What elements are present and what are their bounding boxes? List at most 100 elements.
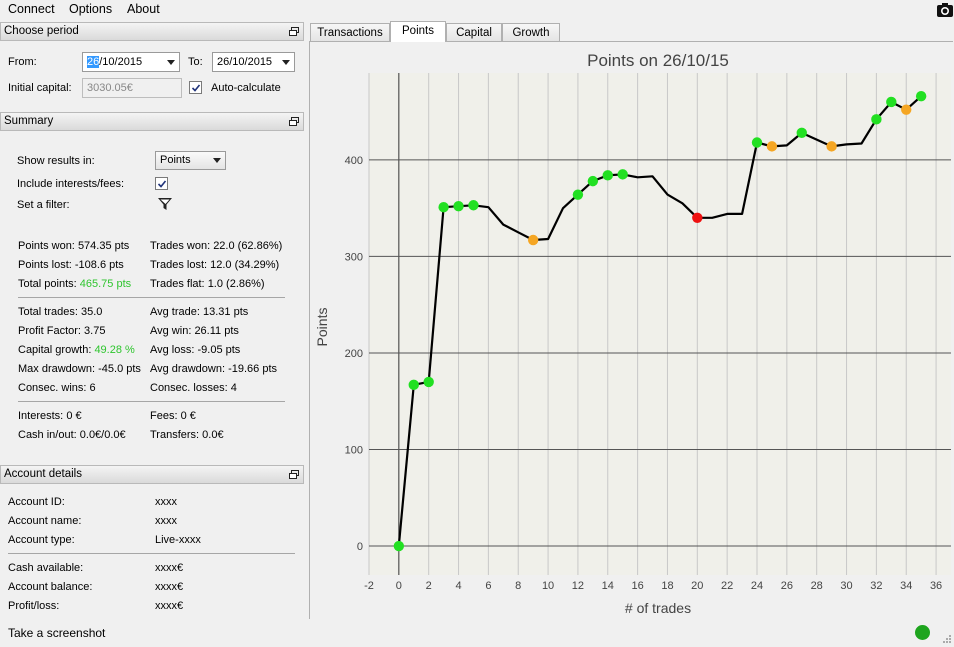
tab-growth[interactable]: Growth	[502, 23, 560, 42]
initial-capital-label: Initial capital:	[8, 82, 72, 94]
take-screenshot-label[interactable]: Take a screenshot	[8, 626, 105, 640]
profit-loss-label: Profit/loss:	[8, 600, 60, 612]
chevron-down-icon[interactable]	[213, 158, 221, 163]
x-tick-label: 10	[542, 580, 554, 592]
total-trades-value: 35.0	[80, 306, 103, 318]
trade-marker-win	[587, 175, 599, 187]
trade-marker-win	[423, 376, 434, 388]
x-tick-label: 16	[631, 580, 643, 592]
summary-panel-title: Summary	[0, 112, 304, 131]
total-trades-stat: Total trades: 35.0	[18, 306, 102, 318]
x-tick-label: -2	[364, 580, 374, 592]
avg-trade-label: Avg trade:	[150, 306, 200, 318]
include-interests-checkbox[interactable]	[155, 177, 168, 190]
trade-marker-win	[915, 90, 927, 102]
trade-marker-win	[453, 201, 464, 212]
auto-calculate-label: Auto-calculate	[211, 82, 281, 94]
trade-marker-win	[468, 200, 479, 211]
avg-trade-stat: Avg trade: 13.31 pts	[150, 306, 248, 318]
total-trades-label: Total trades:	[18, 306, 78, 318]
y-tick-label: 400	[345, 155, 363, 167]
points-lost-label: Points lost:	[18, 259, 72, 271]
x-tick-label: 34	[900, 580, 912, 592]
x-tick-label: 28	[811, 580, 823, 592]
show-results-select[interactable]: Points	[155, 151, 226, 170]
trades-lost-value: 12.0 (34.29%)	[210, 259, 280, 271]
period-title: Choose period	[4, 25, 79, 37]
x-tick-label: 6	[485, 580, 491, 592]
consec-wins-stat: Consec. wins: 6	[18, 382, 96, 394]
divider	[8, 553, 295, 554]
from-date-input[interactable]: 26/10/2015	[82, 52, 180, 72]
transfers-label: Transfers:	[150, 429, 200, 441]
avg-win-stat: Avg win: 26.11 pts	[150, 325, 239, 337]
account-type-value: Live-xxxx	[155, 534, 201, 546]
chevron-down-icon[interactable]	[282, 60, 290, 65]
trade-marker-win	[572, 189, 584, 200]
to-date-value: 26/10/2015	[217, 56, 273, 68]
consec-losses-label: Consec. losses:	[150, 382, 228, 394]
show-results-value: Points	[160, 154, 191, 166]
trades-won-stat: Trades won: 22.0 (62.86%)	[150, 240, 282, 252]
initial-capital-input[interactable]: 3030.05€	[82, 78, 182, 98]
trade-marker-flat	[766, 141, 778, 152]
tab-capital[interactable]: Capital	[446, 23, 502, 42]
trade-marker-win	[617, 169, 628, 180]
tab-transactions[interactable]: Transactions	[310, 23, 390, 42]
to-label: To:	[188, 56, 203, 68]
avg-win-label: Avg win:	[150, 325, 192, 337]
points-lost-stat: Points lost: -108.6 pts	[18, 259, 124, 271]
trade-marker-flat	[901, 104, 912, 115]
chevron-down-icon[interactable]	[167, 60, 175, 65]
account-balance-label: Account balance:	[8, 581, 93, 593]
trades-flat-label: Trades flat:	[150, 278, 205, 290]
avg-drawdown-value: -19.66 pts	[228, 363, 277, 375]
undock-icon[interactable]	[289, 117, 299, 126]
menu-connect[interactable]: Connect	[8, 2, 55, 16]
initial-capital-value: 3030.05€	[87, 82, 133, 94]
trade-marker-win	[886, 96, 897, 108]
points-lost-value: -108.6 pts	[74, 259, 124, 271]
to-date-input[interactable]: 26/10/2015	[212, 52, 295, 72]
avg-drawdown-stat: Avg drawdown: -19.66 pts	[150, 363, 277, 375]
cash-in-out-value: 0.0€/0.0€	[79, 429, 126, 441]
x-tick-label: 20	[691, 580, 703, 592]
consec-losses-stat: Consec. losses: 4	[150, 382, 237, 394]
resize-grip-icon[interactable]	[942, 634, 952, 647]
plot-area	[369, 73, 951, 575]
show-results-label: Show results in:	[17, 155, 95, 167]
y-axis-label: Points	[314, 308, 330, 347]
undock-icon[interactable]	[289, 27, 299, 36]
profit-factor-label: Profit Factor:	[18, 325, 81, 337]
x-tick-label: 2	[426, 580, 432, 592]
y-tick-label: 0	[357, 541, 363, 553]
connection-status-indicator	[915, 625, 930, 640]
menu-options[interactable]: Options	[69, 2, 112, 16]
camera-icon[interactable]	[936, 1, 954, 19]
account-type-label: Account type:	[8, 534, 75, 546]
menu-about[interactable]: About	[127, 2, 160, 16]
x-tick-label: 4	[455, 580, 461, 592]
avg-loss-stat: Avg loss: -9.05 pts	[150, 344, 240, 356]
fees-label: Fees:	[150, 410, 178, 422]
profit-factor-stat: Profit Factor: 3.75	[18, 325, 105, 337]
total-points-stat: Total points: 465.75 pts	[18, 278, 131, 290]
y-tick-label: 200	[345, 348, 363, 360]
interests-stat: Interests: 0 €	[18, 410, 82, 422]
trades-won-label: Trades won:	[150, 240, 211, 252]
include-interests-label: Include interests/fees:	[17, 178, 125, 190]
summary-title: Summary	[4, 115, 54, 127]
avg-drawdown-label: Avg drawdown:	[150, 363, 226, 375]
tab-points[interactable]: Points	[390, 21, 446, 42]
auto-calculate-checkbox[interactable]	[189, 81, 202, 94]
x-tick-label: 32	[870, 580, 882, 592]
account-name-label: Account name:	[8, 515, 82, 527]
points-chart: -2 0 2 4 6 8 10 12 14 16 18 20 22 24 26 28 30 32 34 3601002…	[310, 42, 954, 620]
from-day-selection: 26	[87, 56, 100, 68]
undock-icon[interactable]	[289, 470, 299, 479]
profit-factor-value: 3.75	[84, 325, 106, 337]
filter-icon[interactable]	[157, 196, 173, 215]
trade-marker-loss	[692, 212, 703, 224]
points-won-stat: Points won: 574.35 pts	[18, 240, 129, 252]
transfers-value: 0.0€	[202, 429, 224, 441]
